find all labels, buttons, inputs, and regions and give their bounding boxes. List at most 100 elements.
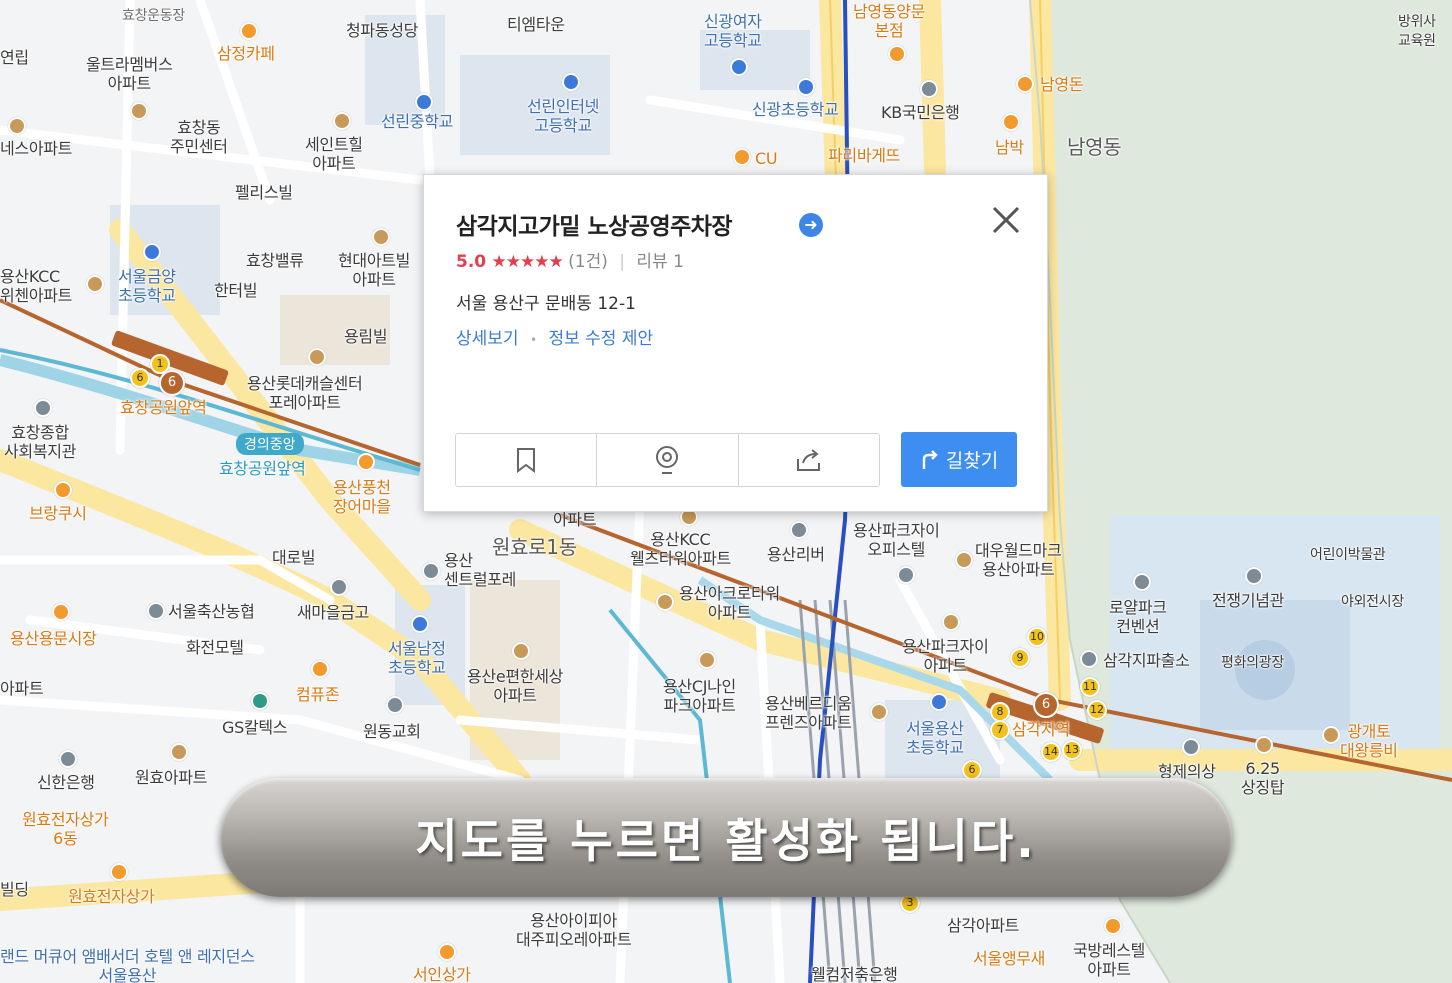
map-label: 서울앵무새 (973, 949, 1046, 968)
map-label: 남영동 (1067, 135, 1122, 159)
map-label: 연립 (0, 48, 29, 67)
apartment-icon[interactable] (308, 348, 326, 366)
review-link[interactable]: 리뷰 1 (636, 252, 684, 272)
apartment-icon[interactable] (372, 228, 390, 246)
store-icon[interactable] (311, 660, 329, 678)
map-label: 한터빌 (214, 281, 258, 300)
divider: | (619, 252, 626, 272)
bank-icon[interactable] (920, 80, 938, 98)
arrow-right-icon[interactable]: ➜ (799, 213, 823, 237)
map-label: 컴퓨존 (296, 685, 340, 704)
detail-link[interactable]: 상세보기 (456, 329, 519, 349)
exit-marker: 1 (150, 354, 170, 374)
cafe-icon[interactable] (54, 481, 72, 499)
line6-station-marker-samgakji[interactable]: 6 (1033, 692, 1059, 718)
place-info-popup: 삼각지고가밑 노상공영주차장 ➜ 5.0 ★★★★★ (1건) | 리뷰 1 서… (423, 174, 1048, 512)
exit-marker: 13 (1062, 740, 1082, 760)
map-label: 삼각지파출소 (1103, 651, 1190, 670)
apartment-icon[interactable] (170, 743, 188, 761)
exit-marker: 12 (1087, 700, 1107, 720)
school-icon[interactable] (411, 615, 429, 633)
bank-icon[interactable] (330, 578, 348, 596)
school-icon[interactable] (930, 693, 948, 711)
map-activate-banner[interactable]: 지도를 누르면 활성화 됩니다. (220, 778, 1232, 897)
school-icon[interactable] (143, 243, 161, 261)
apartment-icon[interactable] (942, 613, 960, 631)
line6-station-marker-hyochang[interactable]: 6 (159, 370, 185, 396)
map-label: 브랑쿠시 (29, 504, 87, 523)
map-label: 용산e편한세상 아파트 (467, 667, 564, 705)
building-icon[interactable] (897, 566, 915, 584)
cafe-icon[interactable] (240, 22, 258, 40)
map-label: 원효전자상가 (68, 887, 155, 906)
landmark-icon[interactable] (1322, 726, 1340, 744)
school-icon[interactable] (415, 93, 433, 111)
map-label: 현대아트빌 아파트 (338, 251, 411, 289)
landmark-icon[interactable] (1255, 736, 1273, 754)
school-icon[interactable] (730, 58, 748, 76)
building-icon[interactable] (790, 521, 808, 539)
camera-icon[interactable] (1182, 738, 1200, 756)
exit-marker: 8 (990, 702, 1010, 722)
map-label: 용산리버 (767, 545, 825, 564)
edit-suggestion-link[interactable]: 정보 수정 제안 (548, 329, 653, 349)
exit-marker: 14 (1041, 742, 1061, 762)
gyeongui-line-badge: 경의중앙 (236, 433, 304, 455)
restaurant-icon[interactable] (1016, 75, 1034, 93)
map-label: 남박 (995, 138, 1024, 157)
bookmark-button[interactable] (456, 434, 598, 486)
apartment-icon[interactable] (698, 651, 716, 669)
school-icon[interactable] (797, 78, 815, 96)
church-icon[interactable] (386, 696, 404, 714)
map-label: 새마을금고 (297, 603, 370, 622)
map-label: 효창동 주민센터 (170, 118, 228, 156)
building-icon[interactable] (34, 399, 52, 417)
map-label: 용산베르디움 프렌즈아파트 (765, 694, 852, 732)
apartment-icon[interactable] (955, 551, 973, 569)
school-icon[interactable] (562, 73, 580, 91)
police-icon[interactable] (1080, 650, 1098, 668)
restaurant-icon[interactable] (357, 453, 375, 471)
electronics-icon[interactable] (110, 863, 128, 881)
map-label: 용산파크자이 오피스텔 (853, 521, 940, 559)
station-label[interactable]: 효창공원앞역 (120, 398, 207, 417)
bookmark-icon (517, 448, 536, 473)
apartment-icon[interactable] (130, 102, 148, 120)
map-label: 용산롯데캐슬센터 포레아파트 (247, 374, 363, 412)
apartment-icon[interactable] (8, 117, 26, 135)
bank-icon[interactable] (59, 750, 77, 768)
apartment-icon[interactable] (86, 275, 104, 293)
map-label: 신광여자 고등학교 (704, 12, 762, 50)
apartment-icon[interactable] (870, 703, 888, 721)
map-label: 전쟁기념관 (1212, 591, 1285, 610)
store-icon[interactable] (438, 943, 456, 961)
roadview-button[interactable] (597, 434, 739, 486)
gas-station-icon[interactable] (251, 692, 269, 710)
map-label: 효창밸류 (246, 251, 304, 270)
restaurant-icon[interactable] (888, 45, 906, 63)
divider: • (529, 333, 538, 347)
apartment-icon[interactable] (512, 642, 530, 660)
store-icon[interactable] (733, 148, 751, 166)
rating-count[interactable]: (1건) (568, 252, 608, 272)
building-icon[interactable] (422, 562, 440, 580)
map-label: 서울금양 초등학교 (118, 267, 176, 305)
apartment-icon[interactable] (656, 593, 674, 611)
restaurant-icon[interactable] (1104, 917, 1122, 935)
restaurant-icon[interactable] (1002, 113, 1020, 131)
directions-button[interactable]: 길찾기 (901, 432, 1017, 487)
close-icon[interactable] (991, 205, 1021, 235)
bank-icon[interactable] (147, 602, 165, 620)
apartment-icon[interactable] (333, 112, 351, 130)
market-icon[interactable] (52, 603, 70, 621)
station-label[interactable]: 효창공원앞역 (219, 459, 306, 478)
museum-icon[interactable] (1133, 573, 1151, 591)
exit-marker: 6 (130, 368, 150, 388)
place-title[interactable]: 삼각지고가밑 노상공영주차장 (456, 207, 733, 241)
map-label: 야외전시장 (1341, 594, 1404, 610)
exit-marker: 11 (1080, 677, 1100, 697)
exit-marker: 10 (1027, 627, 1047, 647)
station-label[interactable]: 삼각지역 (1012, 720, 1070, 739)
museum-icon[interactable] (1245, 567, 1263, 585)
share-button[interactable] (739, 434, 879, 486)
